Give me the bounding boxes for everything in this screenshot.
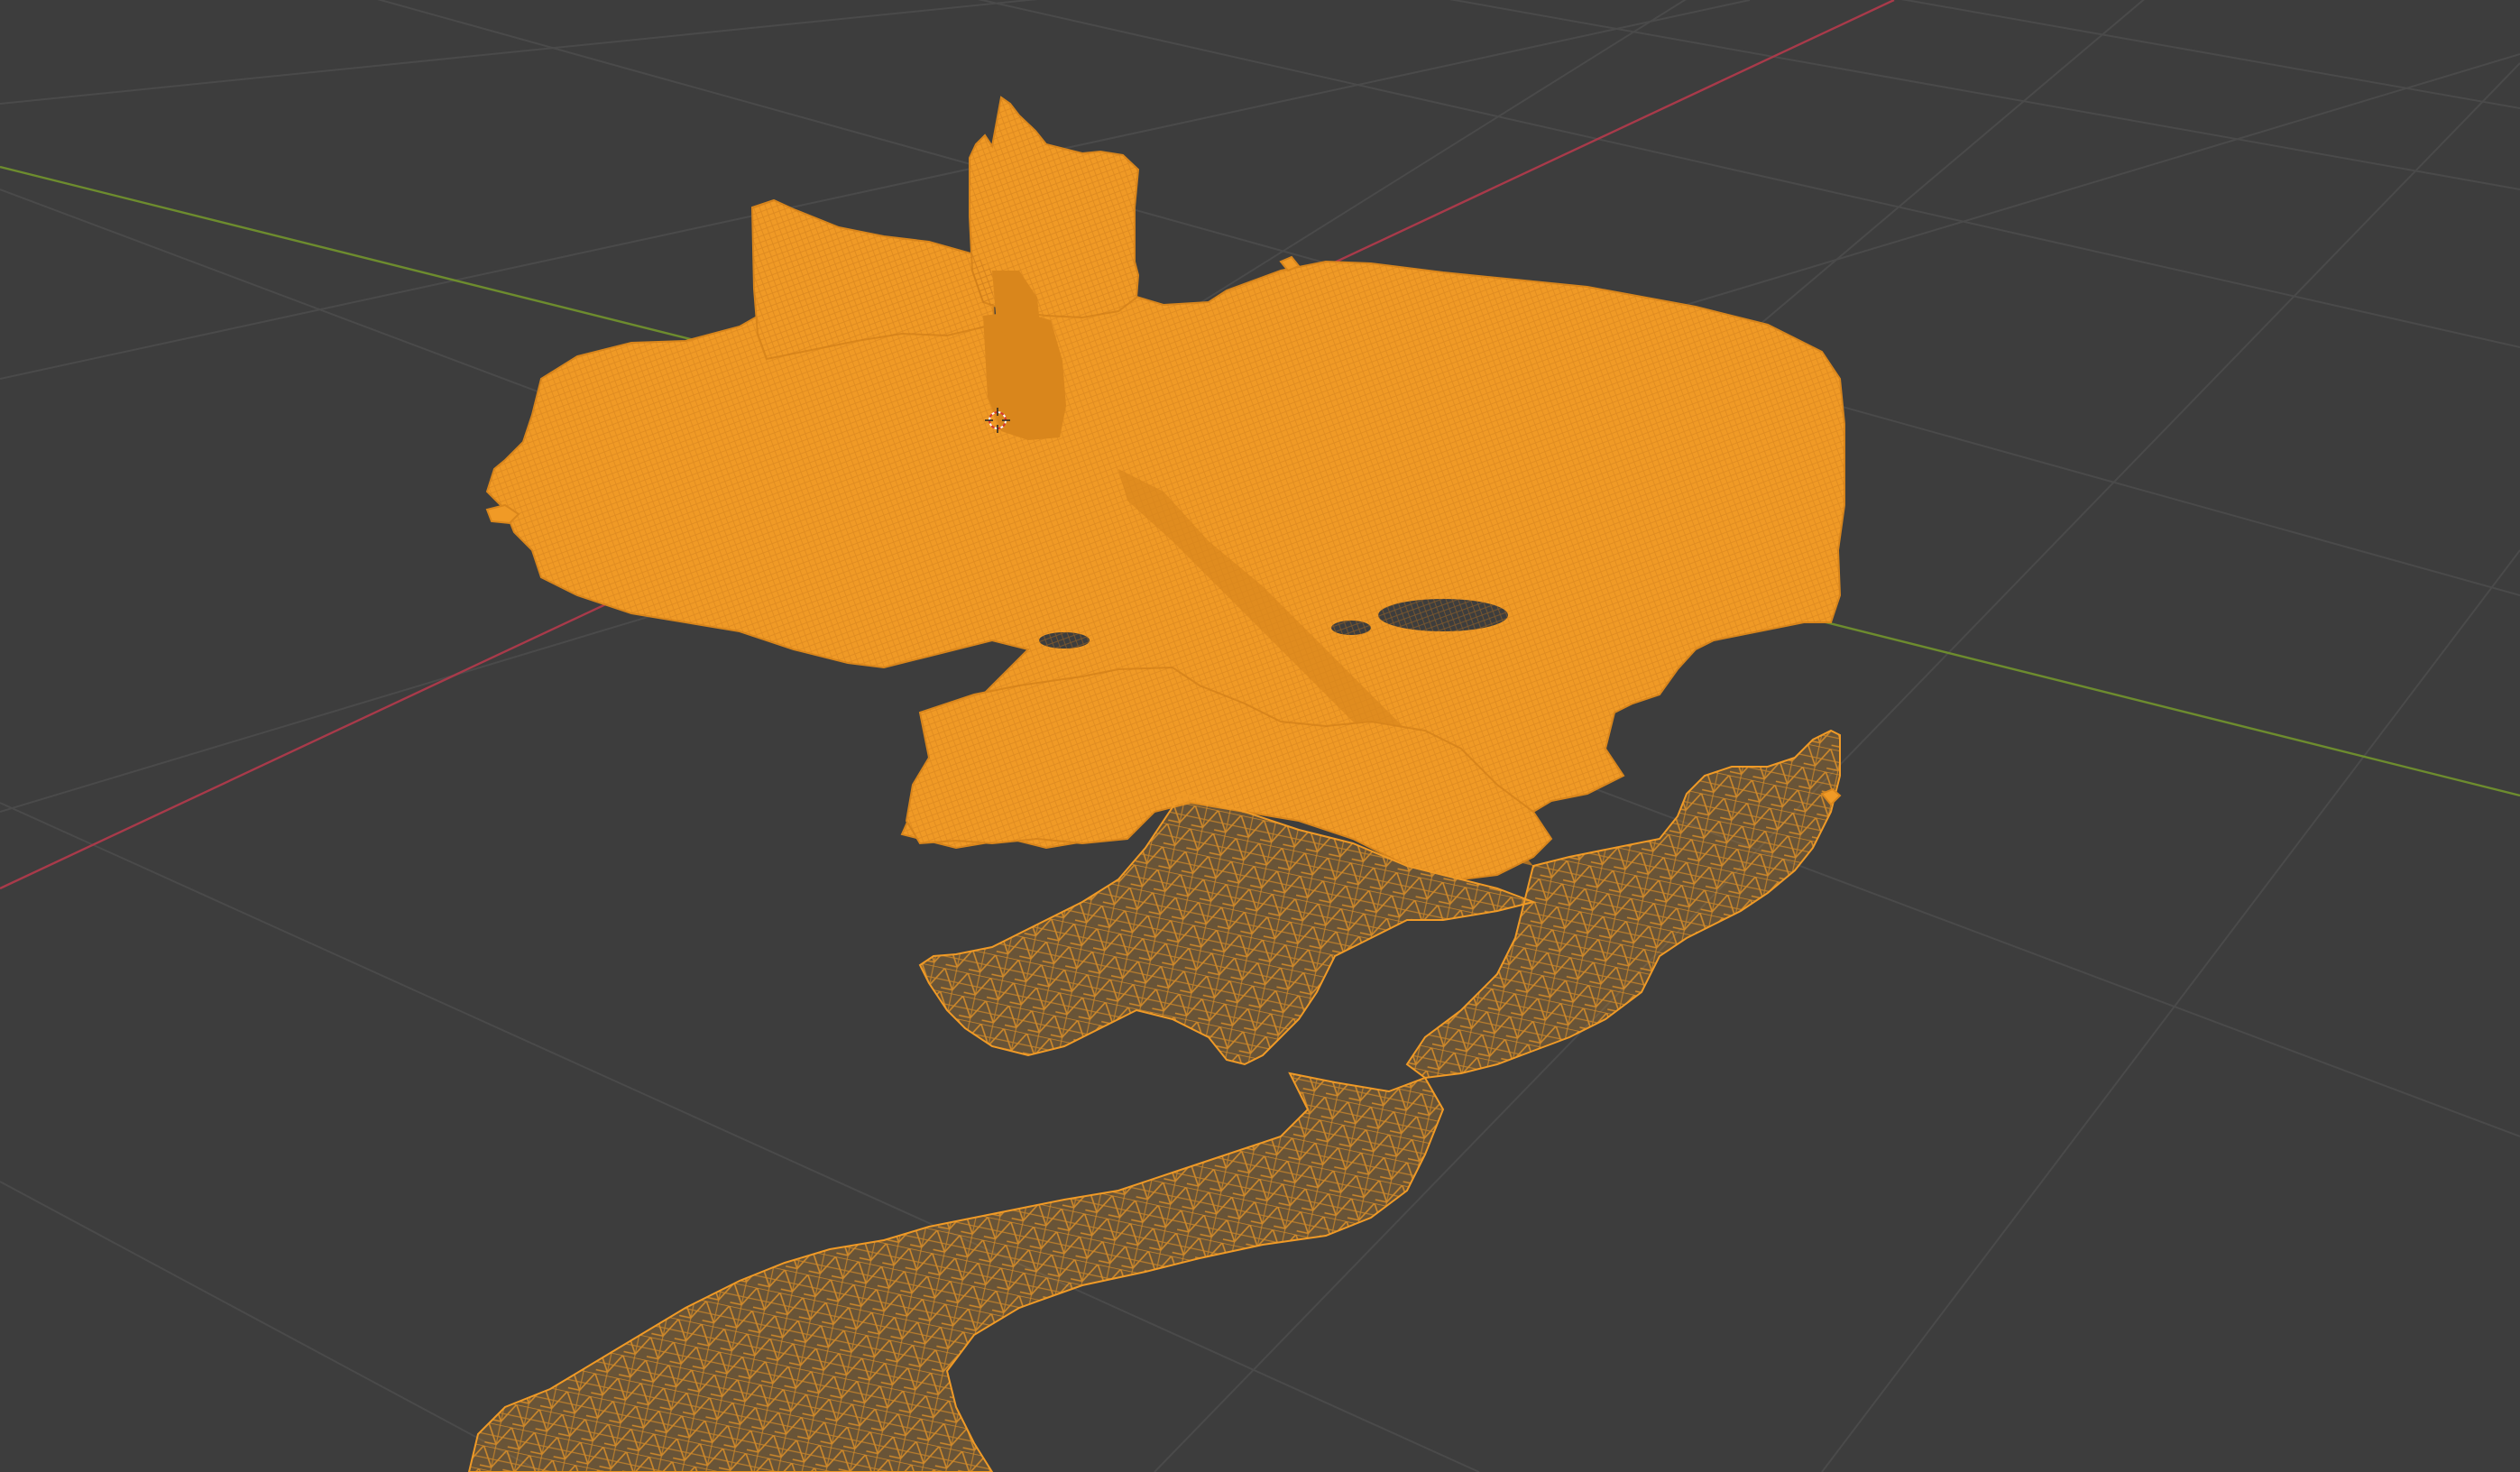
3d-viewport[interactable]: [0, 0, 2520, 1472]
